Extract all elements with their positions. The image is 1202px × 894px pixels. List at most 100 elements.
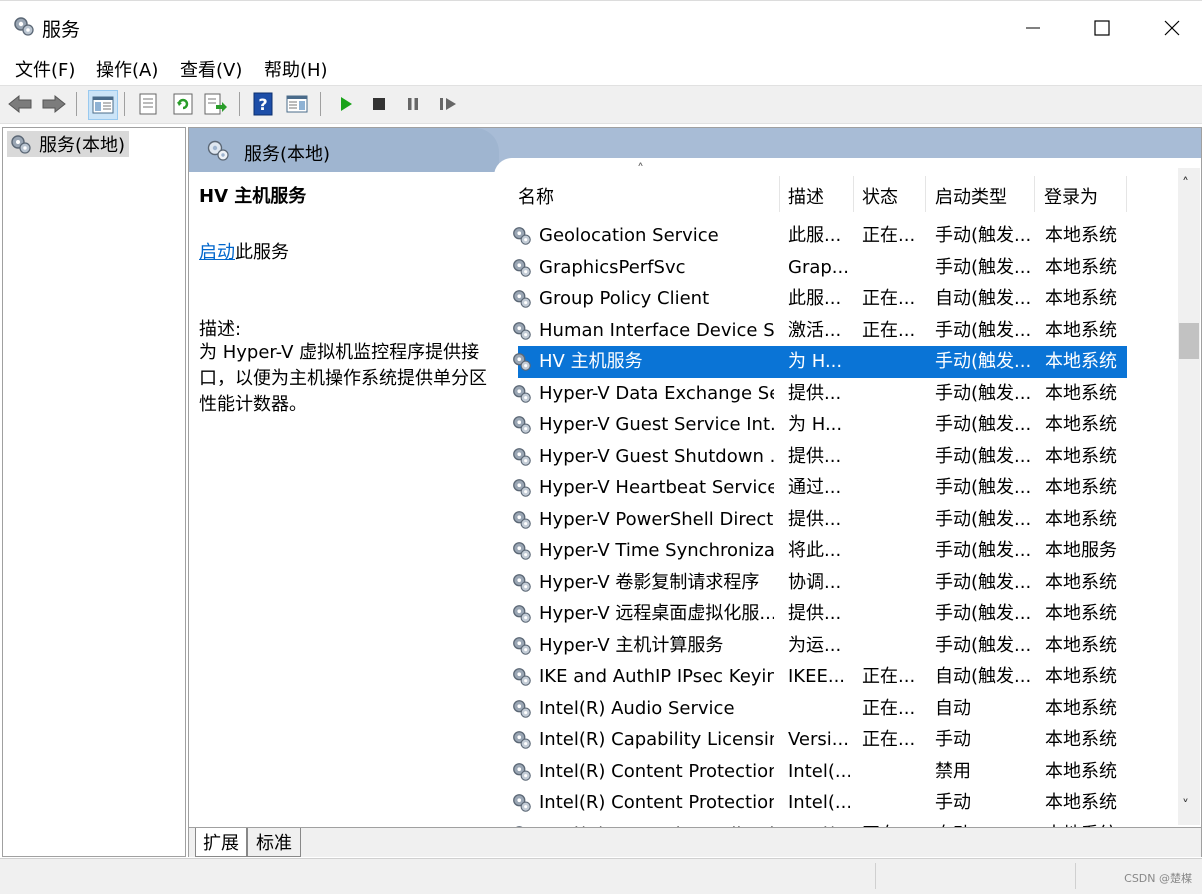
forward-arrow-icon[interactable] <box>40 90 68 118</box>
service-logon-as: 本地系统 <box>1045 351 1117 372</box>
table-row[interactable]: Intel(R) Dynamic Applicati... Intel(... 正在… <box>494 819 1127 828</box>
service-gear-icon <box>513 384 531 403</box>
start-service-icon[interactable] <box>332 90 360 118</box>
service-status: 正在... <box>862 819 922 828</box>
status-divider <box>875 863 876 889</box>
tree-item-services-local[interactable]: 服务(本地) <box>7 131 130 157</box>
watermark: CSDN @楚楳 <box>1124 872 1192 885</box>
toolbar-separator <box>239 92 240 116</box>
table-row[interactable]: Hyper-V Time Synchroniza... 将此... 手动(触发...… <box>494 535 1127 567</box>
table-row[interactable]: Intel(R) Content Protection... Intel(... 手… <box>494 787 1127 819</box>
table-row[interactable]: HV 主机服务 为 H... 手动(触发... 本地系统 <box>513 346 1127 378</box>
table-row[interactable]: Hyper-V 远程桌面虚拟化服... 提供... 手动(触发... 本地系统 <box>494 598 1127 630</box>
service-logon-as: 本地系统 <box>1045 445 1117 467</box>
service-logon-as: 本地系统 <box>1045 666 1117 687</box>
table-row[interactable]: Human Interface Device S... 激活... 正在... 手动(… <box>494 315 1127 347</box>
service-name: IKE and AuthIP IPsec Keyin... <box>539 666 774 687</box>
service-logon-as: 本地系统 <box>1045 288 1117 309</box>
service-description: 为运... <box>788 634 842 656</box>
table-row[interactable]: Hyper-V Guest Service Int... 为 H... 手动(触发.… <box>494 409 1127 441</box>
service-description: 将此... <box>788 540 842 561</box>
service-logon-as: 本地系统 <box>1045 819 1125 828</box>
service-name: Hyper-V 远程桌面虚拟化服... <box>539 603 774 624</box>
pause-service-icon[interactable] <box>399 90 427 118</box>
table-row[interactable]: Intel(R) Content Protection... Intel(... 禁… <box>494 756 1127 788</box>
service-logon-as: 本地系统 <box>1045 697 1117 719</box>
close-button[interactable] <box>1137 1 1202 55</box>
tree-item-label: 服务(本地) <box>39 135 126 156</box>
service-description: Intel(... <box>788 819 850 828</box>
window-title: 服务 <box>42 19 81 41</box>
service-status <box>862 378 922 410</box>
table-row[interactable]: Intel(R) Capability Licensin... Versi... 正… <box>494 724 1127 756</box>
service-description: 提供... <box>788 508 842 530</box>
table-row[interactable]: Hyper-V 主机计算服务 为运... 手动(触发... 本地系统 <box>494 630 1127 662</box>
service-status <box>862 598 922 630</box>
help-icon[interactable]: ? <box>249 90 277 118</box>
service-status: 正在... <box>862 729 916 750</box>
service-logon-as: 本地系统 <box>1045 508 1117 530</box>
service-gear-icon <box>513 762 531 781</box>
service-gear-icon <box>513 227 531 245</box>
service-logon-as: 本地系统 <box>1045 256 1117 278</box>
service-description: 提供... <box>788 603 842 624</box>
service-name: Hyper-V Heartbeat Service <box>539 477 774 498</box>
table-row[interactable]: Hyper-V Heartbeat Service 通过... 手动(触发... 本地… <box>494 472 1127 504</box>
table-row[interactable]: Hyper-V 卷影复制请求程序 协调... 手动(触发... 本地系统 <box>494 567 1127 599</box>
table-row[interactable]: Group Policy Client 此服... 正在... 自动(触发... 本地系… <box>494 283 1127 315</box>
service-name: Group Policy Client <box>539 288 710 309</box>
table-row[interactable]: Hyper-V PowerShell Direct... 提供... 手动(触发..… <box>494 504 1127 536</box>
service-logon-as: 本地服务 <box>1045 540 1117 561</box>
refresh-icon[interactable] <box>169 90 197 118</box>
maximize-button[interactable] <box>1067 1 1137 55</box>
properties-icon[interactable] <box>134 90 162 118</box>
service-logon-as: 本地系统 <box>1045 729 1117 750</box>
table-row[interactable]: GraphicsPerfSvc Grap... 手动(触发... 本地系统 <box>494 252 1127 284</box>
menu-action[interactable]: 操作(A) <box>96 56 158 82</box>
stop-service-icon[interactable] <box>365 90 393 118</box>
service-gear-icon <box>513 510 531 529</box>
service-logon-as: 本地系统 <box>1045 414 1117 435</box>
scroll-down-icon[interactable]: ˅ <box>1182 798 1189 814</box>
show-hide-action-pane-icon[interactable] <box>283 90 311 118</box>
service-status: 正在... <box>862 319 916 341</box>
services-pane: 服务(本地) HV 主机服务 启动此服务 描述: 为 Hyper-V 虚拟机监控… <box>188 127 1202 857</box>
service-description: 此服... <box>788 225 842 246</box>
table-row[interactable]: Hyper-V Data Exchange Se... 提供... 手动(触发...… <box>494 378 1127 410</box>
service-gear-icon <box>513 447 531 466</box>
restart-service-icon[interactable] <box>434 90 462 118</box>
service-name: Human Interface Device S... <box>539 319 774 341</box>
menu-help[interactable]: 帮助(H) <box>264 56 328 82</box>
maximize-icon <box>1094 20 1110 36</box>
console-tree: 服务(本地) <box>2 127 186 857</box>
table-row[interactable]: Intel(R) Audio Service 正在... 自动 本地系统 <box>494 693 1127 725</box>
service-status: 正在... <box>862 288 916 309</box>
table-row[interactable]: IKE and AuthIP IPsec Keyin... IKEE... 正在..… <box>494 661 1127 693</box>
service-startup-type: 手动(触发... <box>935 256 1032 278</box>
menu-file[interactable]: 文件(F) <box>15 56 75 82</box>
service-startup-type: 手动(触发... <box>935 414 1032 435</box>
table-row[interactable]: Hyper-V Guest Shutdown ... 提供... 手动(触发... 本… <box>494 441 1127 473</box>
scrollbar-thumb[interactable] <box>1179 323 1199 359</box>
service-startup-type: 手动(触发... <box>935 571 1032 593</box>
service-name: Intel(R) Capability Licensin... <box>539 729 774 750</box>
start-service-link[interactable]: 启动 <box>199 242 235 263</box>
service-name: Intel(R) Audio Service <box>539 697 735 719</box>
scroll-up-icon[interactable]: ˄ <box>1182 176 1189 192</box>
minimize-button[interactable] <box>998 1 1068 55</box>
service-gear-icon <box>513 416 531 434</box>
service-logon-as: 本地系统 <box>1045 634 1117 656</box>
service-status <box>862 441 922 473</box>
vertical-scrollbar[interactable]: ˄ ˅ <box>1178 168 1200 825</box>
tab-extended[interactable]: 扩展 <box>195 828 247 857</box>
menu-view[interactable]: 查看(V) <box>180 56 242 82</box>
export-list-icon[interactable] <box>202 90 230 118</box>
service-startup-type: 自动(触发... <box>935 666 1032 687</box>
service-status <box>862 567 922 599</box>
back-arrow-icon[interactable] <box>6 90 34 118</box>
table-row[interactable]: Geolocation Service 此服... 正在... 手动(触发... 本地系… <box>494 220 1127 252</box>
service-logon-as: 本地系统 <box>1045 477 1117 498</box>
title-bar: 服务 <box>0 0 1202 55</box>
show-hide-console-tree-icon[interactable] <box>88 90 118 120</box>
tab-standard[interactable]: 标准 <box>247 828 301 857</box>
